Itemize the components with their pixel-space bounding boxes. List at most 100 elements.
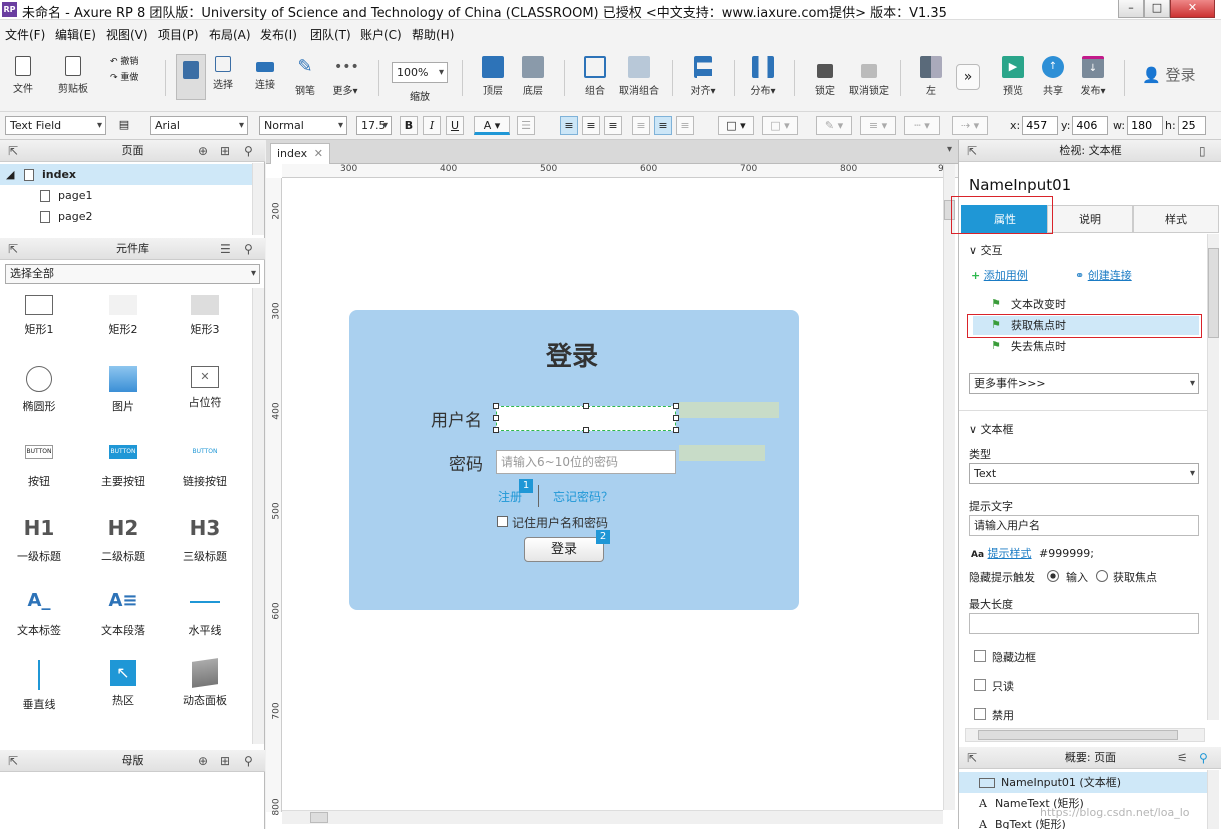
distribute-button[interactable]: 分布▾	[740, 46, 786, 97]
forgot-password-link[interactable]: 忘记密码？	[553, 488, 613, 505]
search-icon[interactable]: ⚲	[244, 750, 253, 772]
tab-index[interactable]: index ✕	[270, 143, 330, 164]
fill-color-button[interactable]: □ ▾	[718, 116, 754, 135]
outline-item-nameinput[interactable]: NameInput01 (文本框)	[959, 772, 1207, 793]
add-folder-icon[interactable]: ⊞	[220, 750, 230, 772]
widget-type-select[interactable]: Text Field	[5, 116, 106, 135]
bullet-list-button[interactable]: ☰	[517, 116, 535, 135]
canvas-vscrollbar[interactable]	[943, 164, 955, 810]
widget-rect3[interactable]: 矩形3	[170, 295, 240, 337]
widget-text-label[interactable]: A_ 文本标签	[4, 590, 74, 638]
widget-dynamic-panel[interactable]: 动态面板	[170, 658, 240, 708]
library-select[interactable]: 选择全部	[5, 264, 260, 284]
undo-button[interactable]: ↶ 撤销	[110, 54, 138, 67]
ungroup-button[interactable]: 取消组合	[614, 46, 664, 97]
maximize-button[interactable]: □	[1144, 0, 1170, 18]
login-button[interactable]: 👤 登录	[1142, 64, 1195, 85]
valign-top-button[interactable]: ≡	[632, 116, 650, 135]
minimize-button[interactable]: –	[1118, 0, 1144, 18]
menu-layout[interactable]: 布局(A)	[209, 26, 251, 43]
tab-notes[interactable]: 说明	[1047, 205, 1133, 233]
unlock-button[interactable]: 取消锁定	[844, 46, 894, 97]
widget-h2[interactable]: H2 二级标题	[88, 516, 158, 564]
page-item-index[interactable]: ◢ index	[0, 164, 255, 185]
menu-account[interactable]: 账户(C)	[360, 26, 402, 43]
widget-hline[interactable]: 水平线	[170, 590, 240, 638]
italic-button[interactable]: I	[423, 116, 441, 135]
widget-placeholder[interactable]: ✕ 占位符	[170, 366, 240, 410]
align-center-button[interactable]: ≡	[582, 116, 600, 135]
hide-border-checkbox[interactable]	[974, 650, 986, 662]
login-button[interactable]: 登录	[524, 537, 604, 562]
widget-image[interactable]: 图片	[88, 366, 158, 414]
resize-handle[interactable]	[493, 427, 499, 433]
collapse-icon[interactable]: ⇱	[8, 750, 18, 772]
more-events-select[interactable]: 更多事件>>>	[969, 373, 1199, 394]
radio-input[interactable]	[1047, 570, 1059, 582]
close-button[interactable]: ✕	[1170, 0, 1215, 18]
align-right-button[interactable]: ≡	[604, 116, 622, 135]
password-input[interactable]: 请输入6~10位的密码	[496, 450, 676, 474]
underline-button[interactable]: U	[446, 116, 464, 135]
expand-toolbar-button[interactable]: »	[956, 64, 980, 90]
filter-icon[interactable]: ⚟	[1177, 747, 1188, 769]
library-scrollbar[interactable]	[252, 288, 264, 744]
redo-button[interactable]: ↷ 重做	[110, 70, 138, 83]
tab-dropdown-icon[interactable]: ▾	[947, 144, 952, 155]
search-icon[interactable]: ⚲	[244, 140, 253, 162]
password-text-rect[interactable]	[679, 445, 765, 461]
widget-h1[interactable]: H1 一级标题	[4, 516, 74, 564]
text-color-button[interactable]: A ▾	[474, 116, 510, 135]
menu-edit[interactable]: 编辑(E)	[55, 26, 96, 43]
search-icon[interactable]: ⚲	[244, 238, 253, 260]
collapse-icon[interactable]: ⇱	[967, 747, 977, 769]
h-input[interactable]	[1177, 116, 1206, 135]
y-input[interactable]	[1072, 116, 1109, 135]
widget-primary-button[interactable]: BUTTON 主要按钮	[88, 445, 158, 489]
widget-link-button[interactable]: BUTTON 链接按钮	[170, 445, 240, 489]
widget-vline[interactable]: 垂直线	[4, 660, 74, 712]
page-item-page2[interactable]: page2	[0, 206, 255, 227]
hint-style-link[interactable]: Aa 提示样式 #999999;	[971, 545, 1094, 561]
shadow-button[interactable]: □ ▾	[762, 116, 798, 135]
remember-checkbox[interactable]	[497, 516, 508, 527]
notes-icon[interactable]: ▯	[1199, 140, 1206, 162]
clipboard-button[interactable]: 剪贴板	[50, 46, 96, 95]
resize-handle[interactable]	[493, 415, 499, 421]
max-length-field[interactable]	[969, 613, 1199, 634]
readonly-checkbox[interactable]	[974, 679, 986, 691]
hint-text-field[interactable]: 请输入用户名	[969, 515, 1199, 536]
event-text-changed[interactable]: ⚑ 文本改变时	[987, 295, 1066, 314]
send-to-bottom-button[interactable]: 底层	[510, 46, 556, 97]
menu-project[interactable]: 项目(P)	[158, 26, 199, 43]
interaction-section[interactable]: ∨ 交互	[969, 242, 1003, 258]
outline-scrollbar[interactable]	[1207, 770, 1219, 829]
font-family-select[interactable]: Arial	[150, 116, 248, 135]
canvas-hscrollbar[interactable]	[282, 810, 943, 824]
widget-paragraph[interactable]: A≡ 文本段落	[88, 590, 158, 638]
arrow-style-button[interactable]: ⇢ ▾	[952, 116, 988, 135]
lock-button[interactable]: 锁定	[802, 46, 848, 97]
left-panel-toggle[interactable]: 左	[908, 46, 954, 97]
menu-help[interactable]: 帮助(H)	[412, 26, 454, 43]
widget-rect1[interactable]: 矩形1	[4, 295, 74, 337]
pages-scrollbar[interactable]	[252, 163, 264, 235]
event-lost-focus[interactable]: ⚑ 失去焦点时	[987, 337, 1066, 356]
resize-handle[interactable]	[493, 403, 499, 409]
add-master-icon[interactable]: ⊕	[198, 750, 208, 772]
x-input[interactable]	[1022, 116, 1059, 135]
menu-team[interactable]: 团队(T)	[310, 26, 351, 43]
font-style-select[interactable]: Normal	[259, 116, 347, 135]
widget-name[interactable]: NameInput01	[969, 176, 1071, 194]
page-item-page1[interactable]: page1	[0, 185, 255, 206]
group-button[interactable]: 组合	[572, 46, 618, 97]
radio-focus[interactable]	[1096, 570, 1108, 582]
tab-style[interactable]: 样式	[1133, 205, 1219, 233]
format-painter-icon[interactable]: ▤	[115, 116, 133, 135]
widget-button[interactable]: BUTTON 按钮	[4, 445, 74, 489]
line-color-button[interactable]: ✎ ▾	[816, 116, 852, 135]
line-style-button[interactable]: ┄ ▾	[904, 116, 940, 135]
widget-hotspot[interactable]: ↖ 热区	[88, 660, 158, 708]
align-left-button[interactable]: ≡	[560, 116, 578, 135]
w-input[interactable]	[1127, 116, 1164, 135]
